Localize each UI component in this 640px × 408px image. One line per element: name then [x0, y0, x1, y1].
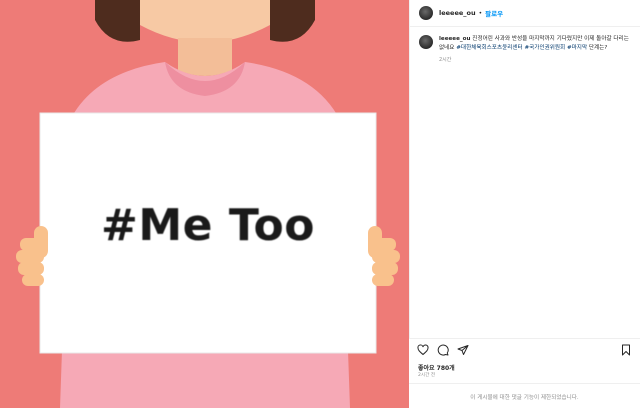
post-image[interactable]: #Me Too	[0, 0, 409, 408]
follow-button[interactable]: 팔로우	[485, 8, 503, 18]
post-date: 2시간 전	[418, 373, 436, 378]
post-header: leeeee_ou • 팔로우	[410, 0, 640, 27]
caption-body: leeeee_ou 진정어린 사과와 반성을 마지막까지 기다렸지만 이제 돌아…	[439, 35, 634, 65]
separator-dot: •	[478, 9, 483, 17]
comments-disabled-notice: 이 게시물에 대한 댓글 기능이 제한되었습니다.	[409, 383, 640, 408]
bookmark-icon[interactable]	[620, 344, 632, 356]
header-username[interactable]: leeeee_ou	[439, 9, 476, 17]
hashtag[interactable]: #대한체육회스포츠윤리센터	[456, 45, 522, 51]
caption-username[interactable]: leeeee_ou	[439, 36, 471, 42]
heart-icon[interactable]	[417, 344, 429, 356]
share-icon[interactable]	[457, 344, 469, 356]
caption-timestamp[interactable]: 2시간	[439, 56, 634, 65]
caption: leeeee_ou 진정어린 사과와 반성을 마지막까지 기다렸지만 이제 돌아…	[419, 35, 634, 65]
avatar[interactable]	[419, 6, 433, 20]
hashtag[interactable]: #국가인권위원회	[524, 45, 565, 51]
action-bar: 좋아요 780개 2시간 전 이 게시물에 대한 댓글 기능이 제한되었습니다.	[409, 338, 640, 408]
like-count[interactable]: 좋아요 780개	[418, 363, 455, 372]
comment-icon[interactable]	[437, 344, 449, 356]
sign-text: #Me Too	[101, 200, 315, 251]
hashtag[interactable]: #마지막	[567, 45, 587, 51]
caption-avatar[interactable]	[419, 35, 433, 49]
caption-tail: 단계는?	[588, 45, 608, 51]
